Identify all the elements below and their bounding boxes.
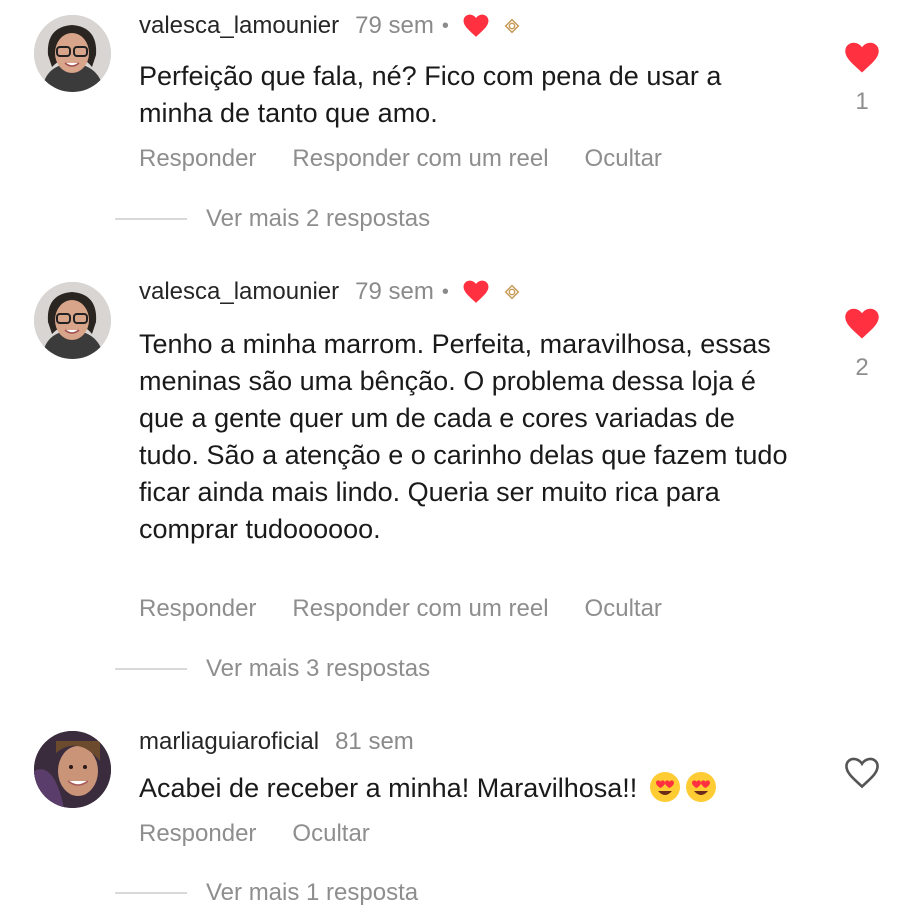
comment-actions: Responder Ocultar xyxy=(139,820,406,848)
reply-button[interactable]: Responder xyxy=(139,820,256,848)
heart-outline-icon[interactable] xyxy=(844,757,880,789)
comment-text-content: Acabei de receber a minha! Maravilhosa!! xyxy=(139,773,638,803)
avatar-image xyxy=(34,731,111,808)
view-replies[interactable]: Ver mais 1 resposta xyxy=(115,879,418,907)
view-replies-label: Ver mais 1 resposta xyxy=(206,879,419,906)
heart-eyes-emoji-icon xyxy=(649,772,680,802)
timestamp: 81 sem xyxy=(335,728,414,755)
heart-eyes-emoji-icon xyxy=(685,772,716,802)
hide-button[interactable]: Ocultar xyxy=(292,820,369,848)
replies-divider-line xyxy=(115,892,187,894)
comment-header: marliaguiaroficial 81 sem xyxy=(139,725,414,759)
comment-3: marliaguiaroficial 81 sem Acabei de rece… xyxy=(0,0,921,921)
comment-text: Acabei de receber a minha! Maravilhosa!! xyxy=(139,770,799,807)
username[interactable]: marliaguiaroficial xyxy=(139,728,319,756)
like-control xyxy=(840,757,884,789)
avatar[interactable] xyxy=(34,731,111,808)
